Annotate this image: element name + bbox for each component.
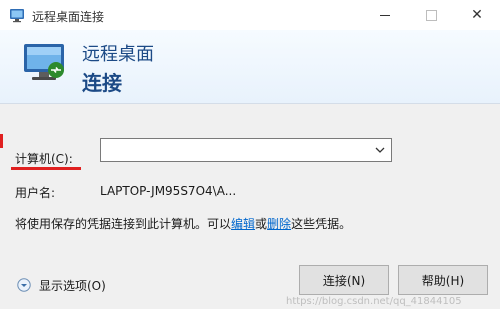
- header-banner: 远程桌面 连接: [0, 30, 500, 104]
- maximize-icon: [425, 9, 437, 21]
- remote-desktop-monitor-icon: [24, 44, 64, 80]
- computer-label: 计算机(C):: [15, 152, 73, 166]
- minimize-button[interactable]: [362, 0, 408, 30]
- maximize-button[interactable]: [408, 0, 454, 30]
- username-value: LAPTOP-JM95S7O4\A...: [100, 184, 237, 198]
- close-icon: ✕: [471, 7, 483, 23]
- dialog-content: 计算机(C): 用户名: LAPTOP-JM95S7O4\A... 将使用保存的…: [0, 104, 500, 309]
- credentials-info: 将使用保存的凭据连接到此计算机。可以编辑或删除这些凭据。: [15, 215, 351, 232]
- help-button[interactable]: 帮助(H): [398, 265, 488, 295]
- delete-credentials-link[interactable]: 删除: [267, 217, 291, 231]
- remote-desktop-app-icon: [10, 9, 24, 23]
- window-title: 远程桌面连接: [32, 10, 105, 24]
- info-text-or: 或: [255, 217, 268, 231]
- chevron-down-icon[interactable]: [374, 143, 386, 157]
- watermark: https://blog.csdn.net/qq_41844105: [286, 296, 462, 307]
- username-label: 用户名:: [15, 186, 56, 200]
- remote-desktop-window: 远程桌面连接 ✕ 远程桌面 连接 计算机(C): 用户名: LAPTOP-JM9…: [0, 0, 500, 309]
- annotation-underline: [11, 167, 81, 170]
- header-title-line1: 远程桌面: [82, 44, 154, 65]
- edit-credentials-link[interactable]: 编辑: [231, 217, 255, 231]
- expand-down-icon[interactable]: [17, 278, 31, 292]
- info-text-before: 将使用保存的凭据连接到此计算机。可以: [15, 217, 232, 231]
- info-text-after: 这些凭据。: [291, 217, 352, 231]
- show-options-toggle[interactable]: 显示选项(O): [17, 276, 106, 294]
- connect-button[interactable]: 连接(N): [299, 265, 389, 295]
- title-bar[interactable]: 远程桌面连接 ✕: [0, 0, 500, 30]
- close-button[interactable]: ✕: [454, 0, 500, 30]
- minimize-icon: [380, 14, 390, 16]
- computer-combobox[interactable]: [100, 138, 392, 162]
- header-title-line2: 连接: [82, 71, 122, 95]
- annotation-mark: [0, 134, 3, 148]
- show-options-label: 显示选项(O): [39, 278, 106, 293]
